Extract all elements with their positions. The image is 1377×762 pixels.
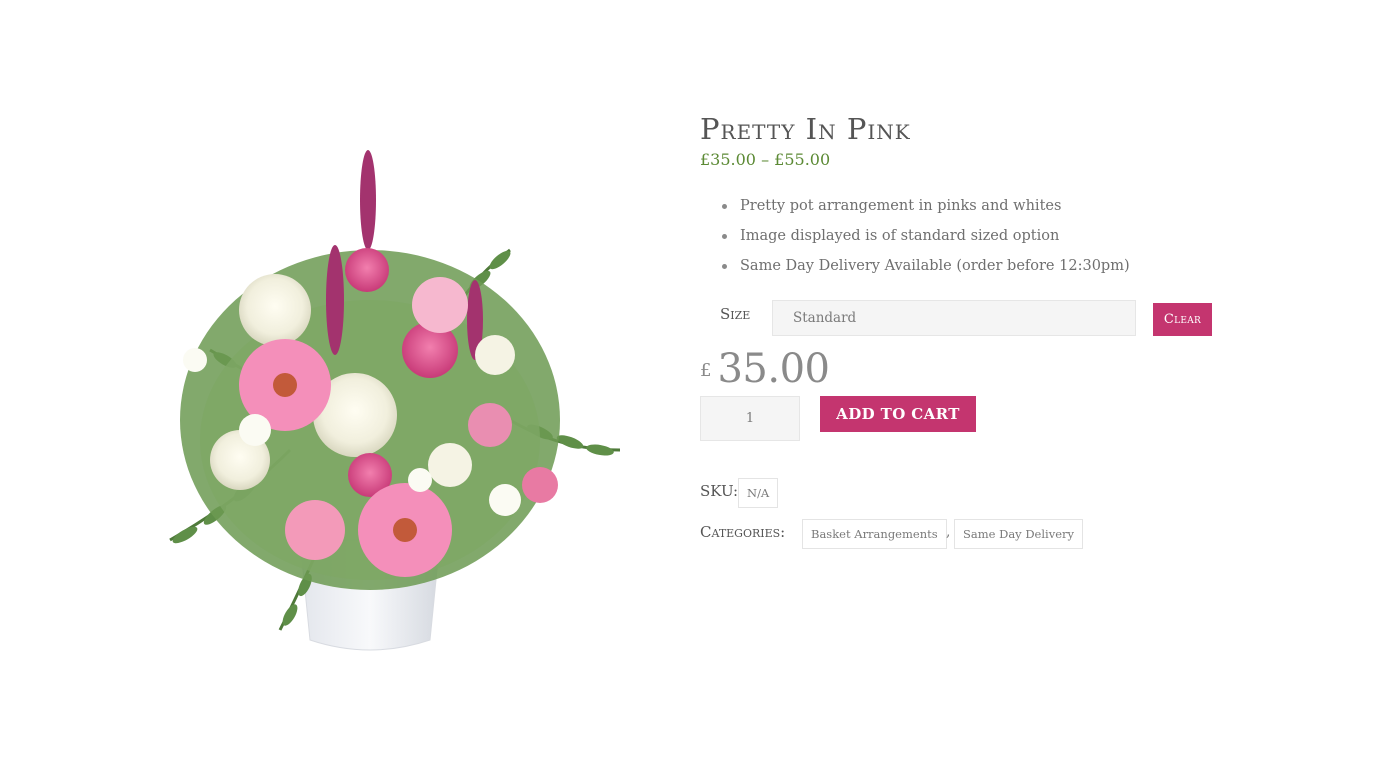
flower-arrangement-illustration xyxy=(169,150,621,651)
product-image[interactable] xyxy=(130,120,640,680)
price-amount: 35.00 xyxy=(717,346,830,392)
category-link-same-day-delivery[interactable]: Same Day Delivery xyxy=(954,519,1084,549)
add-to-cart-button[interactable]: ADD TO CART xyxy=(820,396,976,432)
feature-item: Pretty pot arrangement in pinks and whit… xyxy=(722,196,1130,226)
currency-symbol: £ xyxy=(700,360,712,381)
price-range: £35.00 – £55.00 xyxy=(700,150,831,169)
clear-button[interactable]: Clear xyxy=(1153,303,1212,336)
categories-label: Categories: xyxy=(700,523,786,541)
feature-item: Same Day Delivery Available (order befor… xyxy=(722,256,1130,286)
sku-value: N/A xyxy=(738,478,779,508)
variation-price: £35.00 xyxy=(700,346,830,392)
product-title: Pretty In Pink xyxy=(700,112,911,146)
category-link-basket-arrangements[interactable]: Basket Arrangements xyxy=(802,519,947,549)
feature-list: Pretty pot arrangement in pinks and whit… xyxy=(722,196,1130,286)
size-select[interactable]: Standard xyxy=(772,300,1136,336)
category-separator: , xyxy=(946,524,951,540)
quantity-input[interactable] xyxy=(700,396,800,441)
product-page: Pretty In Pink £35.00 – £55.00 Pretty po… xyxy=(0,0,1377,762)
feature-item: Image displayed is of standard sized opt… xyxy=(722,226,1130,256)
product-summary: Pretty In Pink £35.00 – £55.00 Pretty po… xyxy=(700,0,1260,762)
sku-label: SKU: xyxy=(700,482,739,500)
size-label: Size xyxy=(720,305,751,323)
